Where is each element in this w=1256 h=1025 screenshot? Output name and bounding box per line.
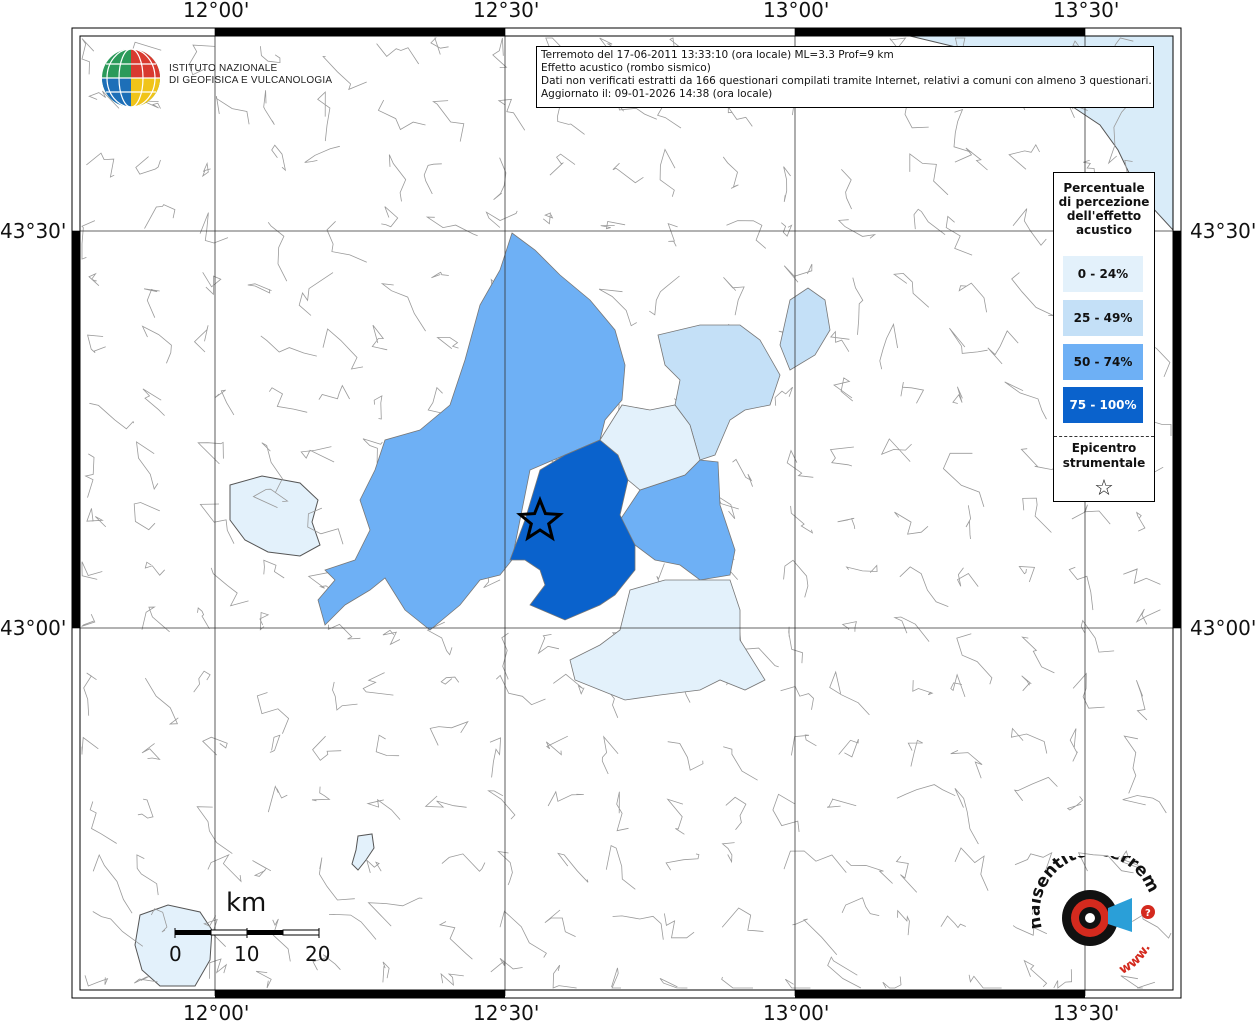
scale-unit: km (226, 888, 267, 918)
legend-title-line-4: acustico (1075, 223, 1133, 237)
legend-item-75-100: 75 - 100% (1063, 387, 1143, 423)
hst-logo-www: www. (1117, 941, 1154, 977)
lon-label-bottom-2: 12°30' (473, 1001, 540, 1025)
legend-item-50-74: 50 - 74% (1063, 344, 1143, 380)
legend-title-line-1: Percentuale (1063, 181, 1145, 195)
scale-tick-0: 0 (169, 942, 182, 966)
legend-epicenter-label: Epicentro strumentale (1054, 441, 1154, 471)
ingv-line-1: ISTITUTO NAZIONALE (169, 63, 278, 74)
lon-label-top-3: 13°00' (763, 0, 830, 22)
lon-label-bottom-4: 13°30' (1053, 1001, 1120, 1025)
haisentito-logo: haisentitoilterremoto.it www. ? (1032, 856, 1163, 978)
event-info-line-2: Effetto acustico (rombo sismico) (541, 62, 711, 74)
ingv-name: ISTITUTO NAZIONALE DI GEOFISICA E VULCAN… (169, 63, 332, 87)
event-info-line-3: Dati non verificati estratti da 166 ques… (541, 75, 1152, 87)
event-info-line-4: Aggiornato il: 09-01-2026 14:38 (ora loc… (541, 88, 773, 100)
event-info-line-1: Terremoto del 17-06-2011 13:33:10 (ora l… (541, 49, 894, 61)
legend-item-25-49: 25 - 49% (1063, 300, 1143, 336)
scale-tick-20: 20 (305, 942, 331, 966)
legend-title-line-2: di percezione (1058, 195, 1150, 209)
legend-item-0-24: 0 - 24% (1063, 256, 1143, 292)
event-info-box: Terremoto del 17-06-2011 13:33:10 (ora l… (536, 46, 1154, 108)
lon-label-top-4: 13°30' (1053, 0, 1120, 22)
legend-star-icon: ☆ (1094, 476, 1114, 501)
legend-epicenter-line-1: Epicentro (1071, 441, 1137, 455)
lon-label-bottom-3: 13°00' (763, 1001, 830, 1025)
legend-separator (1054, 436, 1154, 437)
legend-title: Percentuale di percezione dell'effetto a… (1054, 181, 1154, 237)
scale-tick-10: 10 (234, 942, 260, 966)
lat-label-left-2: 43°00' (0, 616, 67, 640)
legend-epicenter-line-2: strumentale (1062, 456, 1146, 470)
lat-label-right-2: 43°00' (1190, 616, 1256, 640)
ingv-line-2: DI GEOFISICA E VULCANOLOGIA (169, 75, 333, 86)
ingv-globe-icon (102, 48, 160, 108)
lon-label-top-2: 12°30' (473, 0, 540, 22)
lat-label-left-1: 43°30' (0, 219, 67, 243)
svg-text:?: ? (1145, 908, 1151, 919)
legend-title-line-3: dell'effetto (1066, 209, 1142, 223)
lon-label-bottom-1: 12°00' (183, 1001, 250, 1025)
lon-label-top-1: 12°00' (183, 0, 250, 22)
lat-label-right-1: 43°30' (1190, 219, 1256, 243)
legend: Percentuale di percezione dell'effetto a… (1053, 172, 1155, 502)
